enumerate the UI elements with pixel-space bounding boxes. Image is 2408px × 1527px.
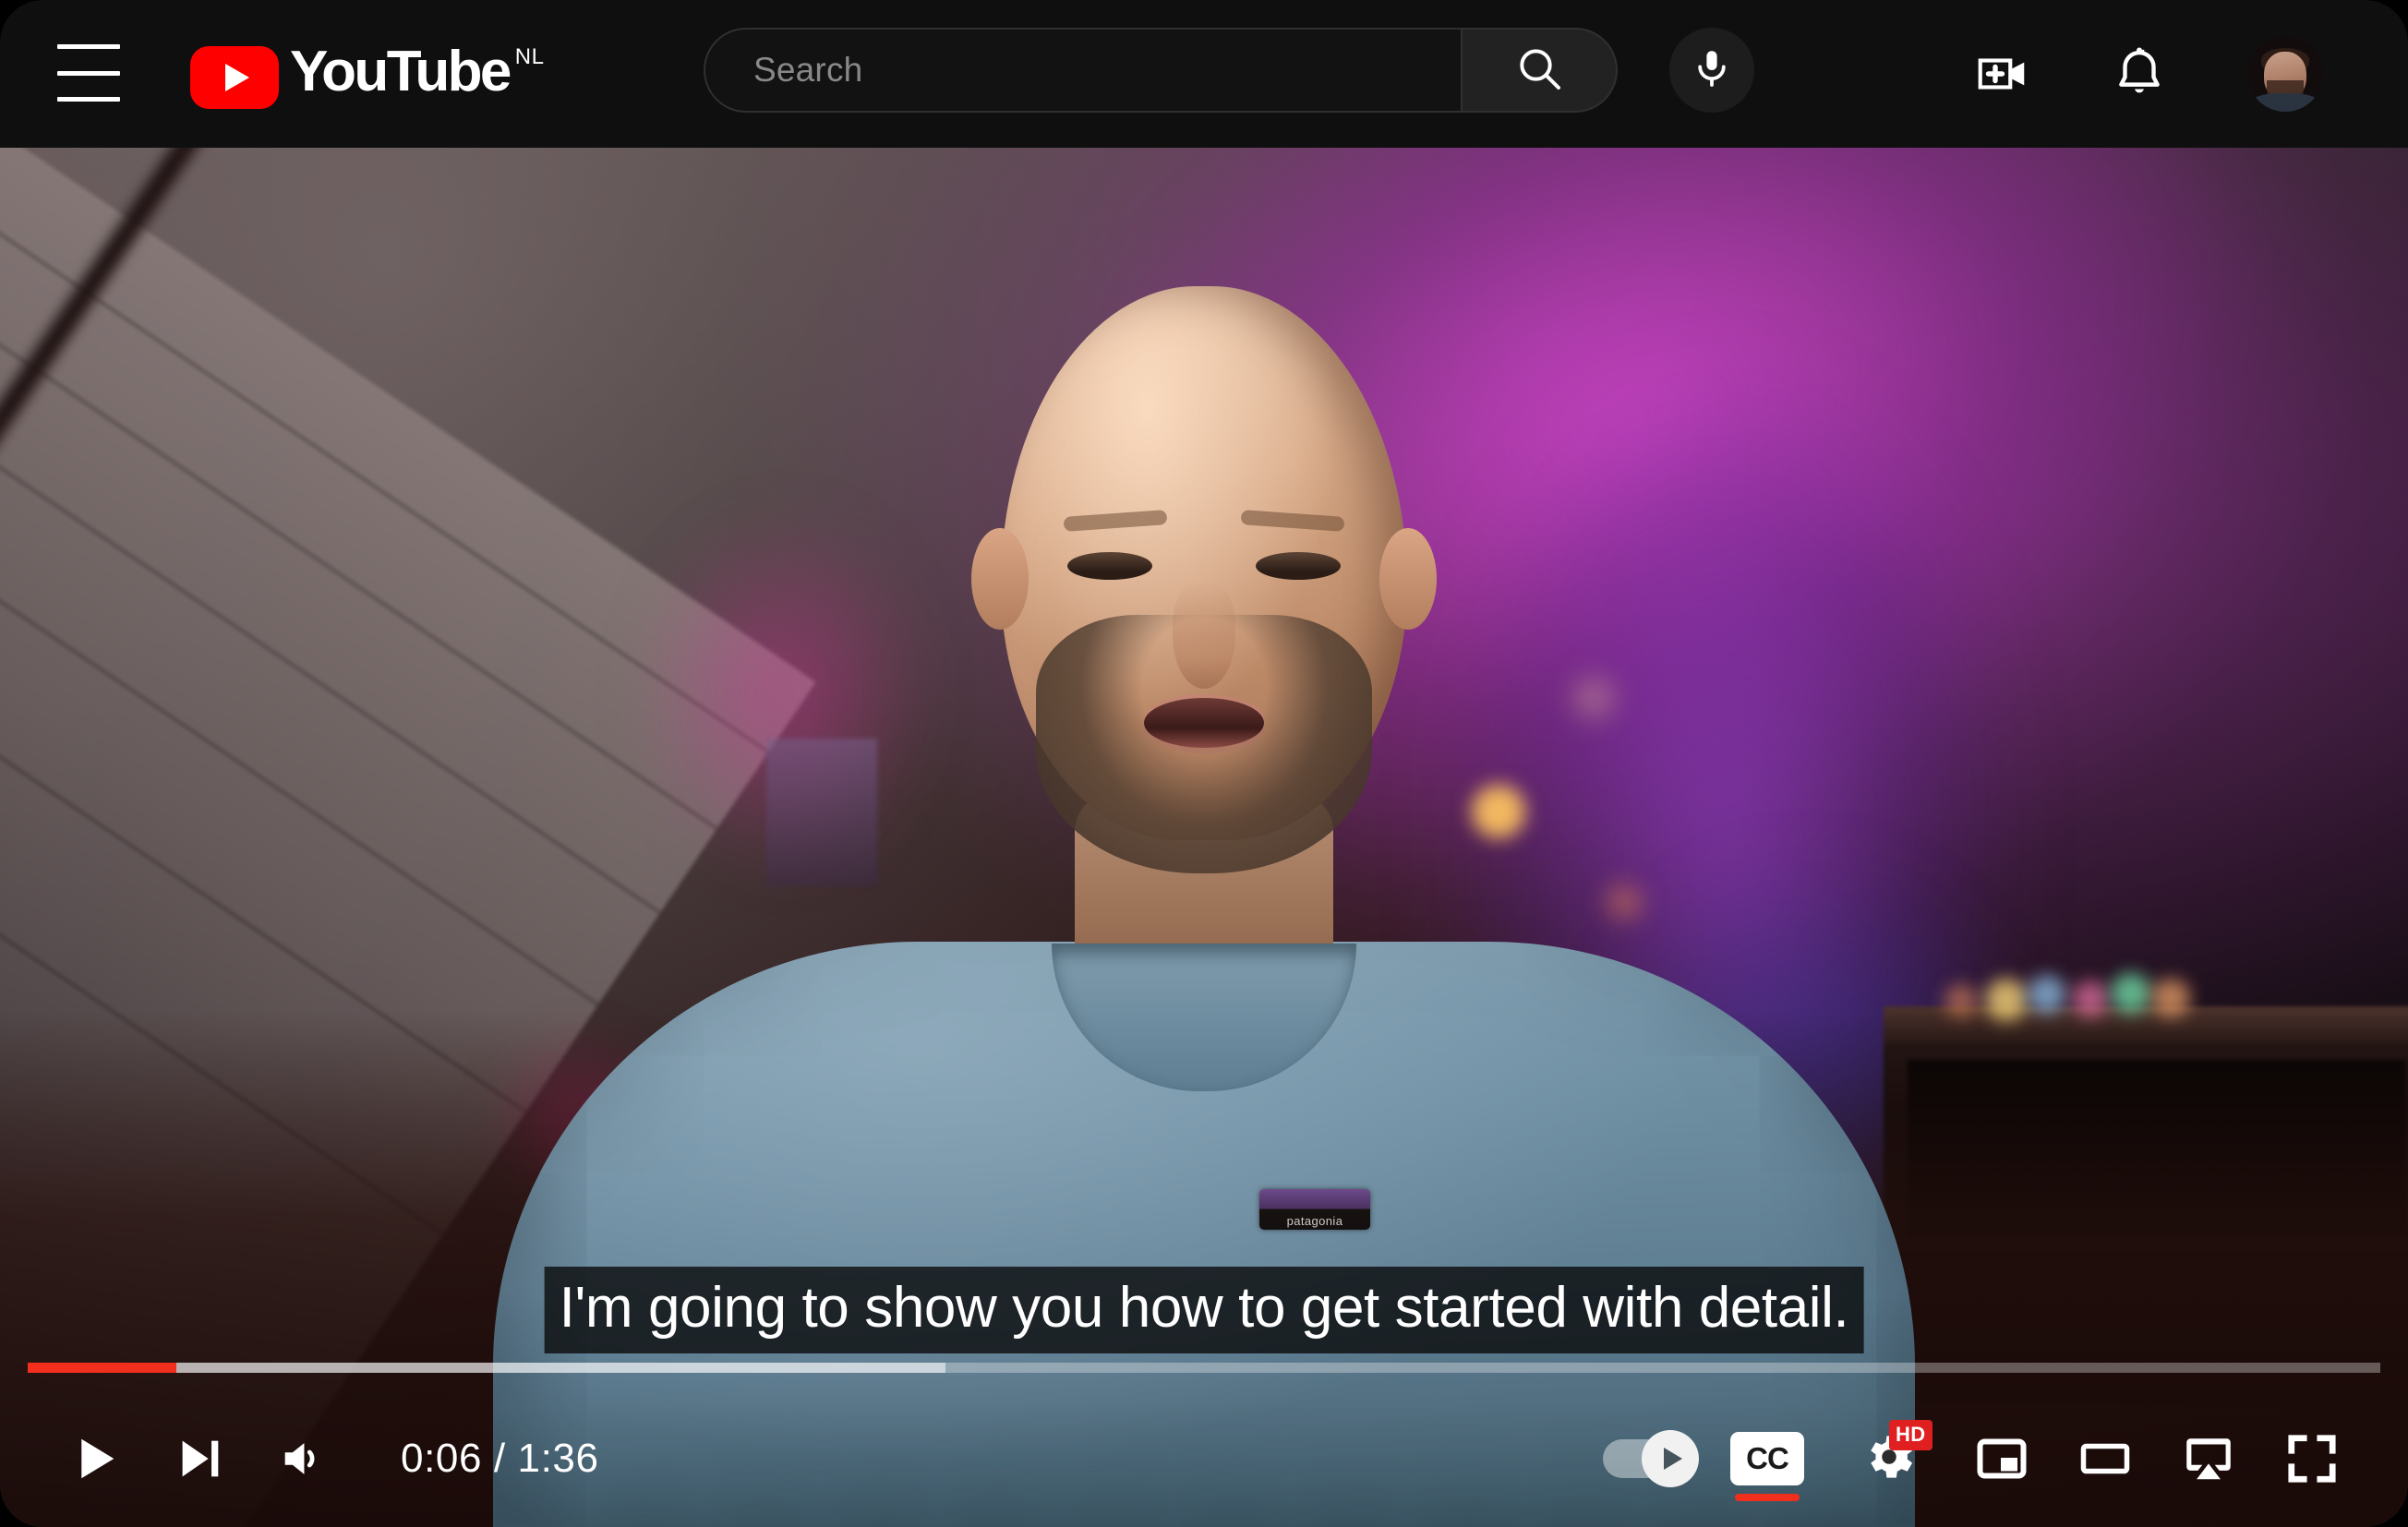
subject-eye-right xyxy=(1256,552,1341,580)
autoplay-toggle[interactable] xyxy=(1584,1414,1706,1503)
controls-left: 0:06 / 1:36 xyxy=(44,1414,599,1503)
avatar-body xyxy=(2251,93,2319,112)
youtube-logo[interactable]: YouTube NL xyxy=(190,35,544,109)
shelf-bokeh-light xyxy=(2111,973,2151,1014)
youtube-country-code: NL xyxy=(514,44,545,69)
cast-airplay-button[interactable] xyxy=(2157,1414,2260,1503)
theater-mode-button[interactable] xyxy=(2053,1414,2157,1503)
menu-line xyxy=(57,44,120,49)
subject-eye-left xyxy=(1067,552,1152,580)
search-placeholder: Search xyxy=(753,51,863,89)
hamburger-menu-icon[interactable] xyxy=(57,44,120,102)
settings-gear-button[interactable]: HD xyxy=(1828,1414,1950,1503)
search-input[interactable]: Search xyxy=(704,28,1461,113)
avatar[interactable] xyxy=(2247,36,2323,112)
header-actions xyxy=(1974,0,2408,148)
caption-text: I'm going to show you how to get started… xyxy=(559,1276,1849,1340)
youtube-logo-text: YouTube xyxy=(290,40,512,103)
youtube-player-window: YouTube NL Search patagonia I'm going to… xyxy=(0,0,2408,1527)
shelf-bokeh-light xyxy=(2028,975,2066,1014)
search-submit-button[interactable] xyxy=(1461,28,1618,113)
brand-patch: patagonia xyxy=(1259,1189,1370,1230)
fullscreen-button[interactable] xyxy=(2260,1414,2364,1503)
subject-ear-right xyxy=(1379,528,1437,630)
menu-line xyxy=(57,97,120,102)
video-stage[interactable]: patagonia I'm going to show you how to g… xyxy=(0,148,2408,1527)
notifications-bell-icon[interactable] xyxy=(2111,45,2168,102)
microphone-icon xyxy=(1690,46,1734,95)
create-video-icon[interactable] xyxy=(1974,45,2031,102)
video-caption: I'm going to show you how to get started… xyxy=(544,1267,1864,1353)
search-icon xyxy=(1513,42,1565,99)
search-group: Search xyxy=(704,28,1618,113)
youtube-play-icon xyxy=(190,46,279,109)
autoplay-track xyxy=(1603,1430,1699,1487)
progress-bar[interactable] xyxy=(28,1363,2380,1374)
miniplayer-button[interactable] xyxy=(1950,1414,2053,1503)
volume-button[interactable] xyxy=(251,1414,355,1503)
cc-icon: CC xyxy=(1730,1432,1804,1485)
progress-played xyxy=(28,1363,176,1373)
subject-ear-left xyxy=(971,528,1029,630)
cc-active-underline xyxy=(1735,1494,1800,1501)
controls-right: CC HD xyxy=(1584,1414,2364,1503)
hd-quality-badge: HD xyxy=(1889,1420,1932,1450)
voice-search-button[interactable] xyxy=(1669,28,1754,113)
subject-mouth xyxy=(1144,698,1264,748)
next-video-button[interactable] xyxy=(148,1414,251,1503)
menu-line xyxy=(57,70,120,76)
brand-patch-text: patagonia xyxy=(1286,1214,1343,1228)
play-button[interactable] xyxy=(44,1414,148,1503)
player-controls: 0:06 / 1:36 CC HD xyxy=(0,1342,2408,1527)
time-display: 0:06 / 1:36 xyxy=(401,1436,599,1481)
subtitles-cc-button[interactable]: CC xyxy=(1706,1414,1828,1503)
autoplay-knob-play-icon xyxy=(1642,1430,1699,1487)
app-header: YouTube NL Search xyxy=(0,0,2408,148)
